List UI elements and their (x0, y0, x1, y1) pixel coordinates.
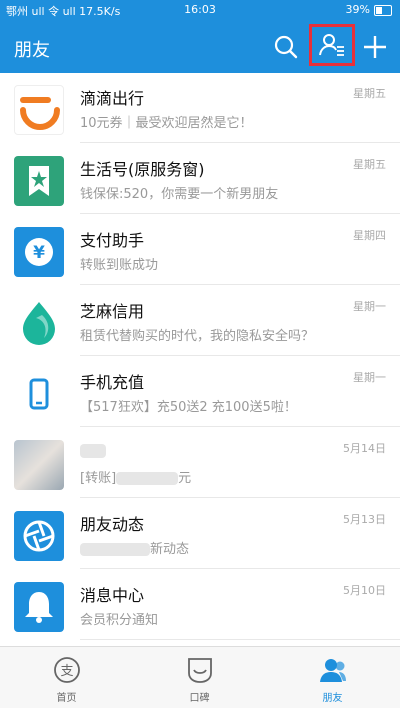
bookmark-star-icon (14, 156, 64, 206)
tab-label: 朋友 (322, 693, 343, 704)
list-item[interactable]: 手机充值 【517狂欢】充50送2 充100送5啦！ 星期一 (0, 357, 400, 427)
svg-text:¥: ¥ (33, 243, 45, 263)
contacts-icon (319, 34, 344, 56)
friends-icon (320, 659, 346, 682)
blurred-text (116, 472, 179, 485)
tab-home[interactable]: 支 首页 (0, 647, 133, 708)
item-time: 星期四 (353, 229, 386, 242)
item-subtitle: 【517狂欢】充50送2 充100送5啦！ (80, 400, 297, 415)
item-subtitle: 10元券｜最受欢迎居然是它！ (80, 116, 253, 131)
divider (80, 213, 400, 214)
blurred-name (80, 443, 106, 458)
list-item[interactable]: ¥ 支付助手 转账到账成功 星期四 (0, 215, 400, 285)
tab-label: 首页 (56, 693, 77, 704)
yuan-icon: ¥ (14, 227, 64, 277)
blurred-text (80, 543, 150, 556)
tab-friends[interactable]: 朋友 (266, 647, 399, 708)
divider (80, 639, 400, 640)
search-icon[interactable] (272, 33, 300, 61)
item-subtitle: 新动态 (80, 538, 189, 557)
item-subtitle: 钱保保:520，你需要一个新男朋友 (80, 187, 279, 202)
item-subtitle: 租赁代替购买的时代，我的隐私安全吗？ (80, 329, 315, 344)
list-item[interactable]: [转账] 元 5月14日 (0, 428, 400, 498)
page-title: 朋友 (14, 40, 50, 61)
item-time: 星期五 (353, 158, 386, 171)
item-time: 星期一 (353, 300, 386, 313)
item-time: 星期一 (353, 371, 386, 384)
item-subtitle: [转账] 元 (80, 467, 191, 486)
subtitle-suffix: 新动态 (150, 542, 190, 557)
list-item[interactable]: 消息中心 会员积分通知 5月10日 (0, 570, 400, 640)
item-time: 星期五 (353, 87, 386, 100)
item-name: 滴滴出行 (80, 89, 145, 108)
item-name: 消息中心 (80, 586, 145, 605)
item-subtitle: 会员积分通知 (80, 613, 159, 628)
item-name: 朋友动态 (80, 515, 145, 534)
status-bar: 鄂州 ull 令 ull 17.5K/s 16:03 39% (0, 0, 400, 20)
divider (80, 284, 400, 285)
item-name: 支付助手 (80, 231, 145, 250)
sesame-drop-icon (14, 298, 64, 348)
bottom-tab-bar: 支 首页 口碑 朋友 (0, 646, 400, 708)
item-time: 5月14日 (343, 442, 386, 455)
divider (80, 142, 400, 143)
avatar (14, 440, 64, 490)
didi-icon (14, 85, 64, 135)
item-time: 5月13日 (343, 513, 386, 526)
divider (80, 355, 400, 356)
contacts-button[interactable] (309, 24, 355, 66)
list-item[interactable]: 滴滴出行 10元券｜最受欢迎居然是它！ 星期五 (0, 73, 400, 143)
item-name: 生活号(原服务窗) (80, 160, 205, 179)
divider (80, 497, 400, 498)
list-item[interactable]: 朋友动态 新动态 5月13日 (0, 499, 400, 569)
list-item[interactable]: 芝麻信用 租赁代替购买的时代，我的隐私安全吗？ 星期一 (0, 286, 400, 356)
conversation-list: 滴滴出行 10元券｜最受欢迎居然是它！ 星期五 生活号(原服务窗) 钱保保:52… (0, 73, 400, 646)
list-item[interactable]: 生活号(原服务窗) 钱保保:520，你需要一个新男朋友 星期五 (0, 144, 400, 214)
top-nav-bar: 朋友 (0, 20, 400, 73)
alipay-home-icon: 支 (54, 657, 80, 683)
subtitle-suffix: 元 (178, 471, 192, 486)
status-time: 16:03 (184, 3, 216, 16)
item-name: 手机充值 (80, 373, 145, 392)
item-name-blurred (80, 440, 106, 459)
item-name: 芝麻信用 (80, 302, 145, 321)
item-subtitle: 转账到账成功 (80, 258, 159, 273)
phone-icon (14, 369, 64, 419)
divider (80, 568, 400, 569)
status-battery-text: 39% (345, 3, 370, 16)
shutter-icon (14, 511, 64, 561)
svg-text:支: 支 (60, 664, 73, 679)
tab-label: 口碑 (189, 693, 210, 704)
item-time: 5月10日 (343, 584, 386, 597)
add-icon[interactable] (361, 33, 389, 61)
koubei-icon (188, 658, 212, 683)
divider (80, 426, 400, 427)
tab-koubei[interactable]: 口碑 (133, 647, 266, 708)
subtitle-prefix: [转账] (80, 471, 117, 486)
battery-icon (374, 5, 392, 16)
bell-icon (14, 582, 64, 632)
